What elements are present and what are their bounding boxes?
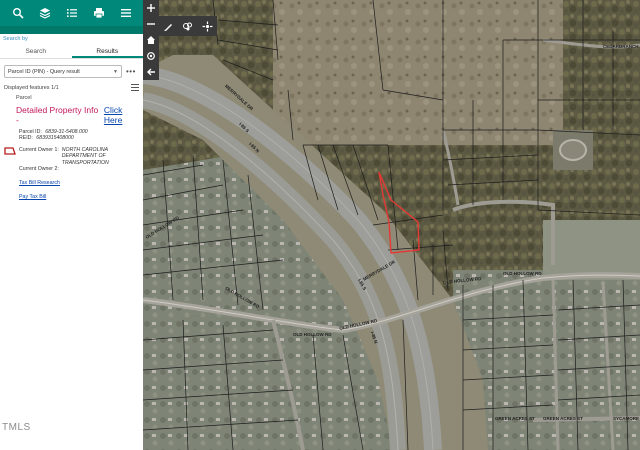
detail-link[interactable]: Click Here <box>104 105 142 125</box>
query-result-select[interactable]: Parcel ID (PIN) - Query result ▼ <box>4 65 122 78</box>
minus-icon[interactable] <box>143 16 159 32</box>
query-row: Parcel ID (PIN) - Query result ▼ ••• <box>4 65 140 78</box>
owner2-line: Current Owner 2: <box>1 166 142 172</box>
list-view-icon[interactable] <box>131 84 139 91</box>
side-panel: Search by Search Results Parcel ID (PIN)… <box>0 0 143 450</box>
road-label: SYCAMORE <box>613 416 640 421</box>
owner2-label: Current Owner 2: <box>19 166 59 173</box>
draw-icon[interactable] <box>161 18 177 34</box>
tab-results[interactable]: Results <box>71 45 143 58</box>
parcel-symbol-icon <box>4 147 16 155</box>
query-result-value: Parcel ID (PIN) - Query result <box>8 68 80 75</box>
select-icon[interactable] <box>199 18 215 34</box>
tax-bill-research-link[interactable]: Tax Bill Research <box>1 180 142 186</box>
layers-icon[interactable] <box>37 5 53 21</box>
back-arrow-icon[interactable] <box>143 64 159 80</box>
road-label: OLD HOLLOW RD <box>293 332 332 337</box>
features-row: Displayed features 1/1 <box>4 84 139 91</box>
reid-value: 6839315408000 <box>36 135 74 142</box>
result-layer-name: Parcel <box>16 95 32 101</box>
reid-label: REID: <box>19 135 33 142</box>
header-stripe <box>0 26 143 34</box>
search-by-label: Search by <box>3 36 28 42</box>
pay-tax-bill-link[interactable]: Pay Tax Bill <box>1 194 142 200</box>
road-label: OLD HOLLOW RD <box>503 271 542 276</box>
plus-icon[interactable] <box>143 0 159 16</box>
more-options-button[interactable]: ••• <box>126 67 136 76</box>
parcel-id-label: Parcel ID: <box>19 129 42 135</box>
mls-watermark: TMLS <box>2 422 31 433</box>
owner1-label: Current Owner 1: <box>19 146 59 153</box>
map-draw-toolbar <box>159 16 217 36</box>
tab-search[interactable]: Search <box>0 45 72 58</box>
detail-label: Detailed Property Info - <box>16 105 99 125</box>
result-item: Parcel Detailed Property Info - Click He… <box>1 95 142 200</box>
parcel-info: Parcel ID: 6839-31-5408.000 REID: 683931… <box>1 129 142 142</box>
print-icon[interactable] <box>91 5 107 21</box>
list-icon[interactable] <box>64 5 80 21</box>
map-view[interactable]: MERRYDALE DR I-85 S I-85 N OLD HOLLOW RD… <box>143 0 640 450</box>
road-label: CEDARBRANCH <box>603 44 639 49</box>
chevron-down-icon: ▼ <box>113 68 118 75</box>
displayed-features-count: Displayed features 1/1 <box>4 84 59 91</box>
owner1-line: Current Owner 1: NORTH CAROLINA DEPARTME… <box>1 147 142 166</box>
parcel-id-value: 6839-31-5408.000 <box>45 129 88 135</box>
road-label: GREEN ACRES ST <box>495 416 535 421</box>
aerial-imagery <box>143 0 640 450</box>
measure-icon[interactable] <box>180 18 196 34</box>
panel-toolbar <box>0 0 143 26</box>
home-icon[interactable] <box>143 32 159 48</box>
panel-tabs: Search Results <box>0 45 143 59</box>
road-label: GREEN ACRES ST <box>543 416 583 421</box>
owner-info: Current Owner 1: NORTH CAROLINA DEPARTME… <box>1 147 142 173</box>
locate-icon[interactable] <box>143 48 159 64</box>
owner1-value: NORTH CAROLINA DEPARTMENT OF TRANSPORTAT… <box>61 146 109 166</box>
detail-row: Detailed Property Info - Click Here <box>1 105 142 125</box>
reid-line: REID: 6839315408000 <box>1 135 142 141</box>
search-icon[interactable] <box>10 5 26 21</box>
menu-icon[interactable] <box>118 5 134 21</box>
map-nav-toolbar <box>143 0 159 80</box>
